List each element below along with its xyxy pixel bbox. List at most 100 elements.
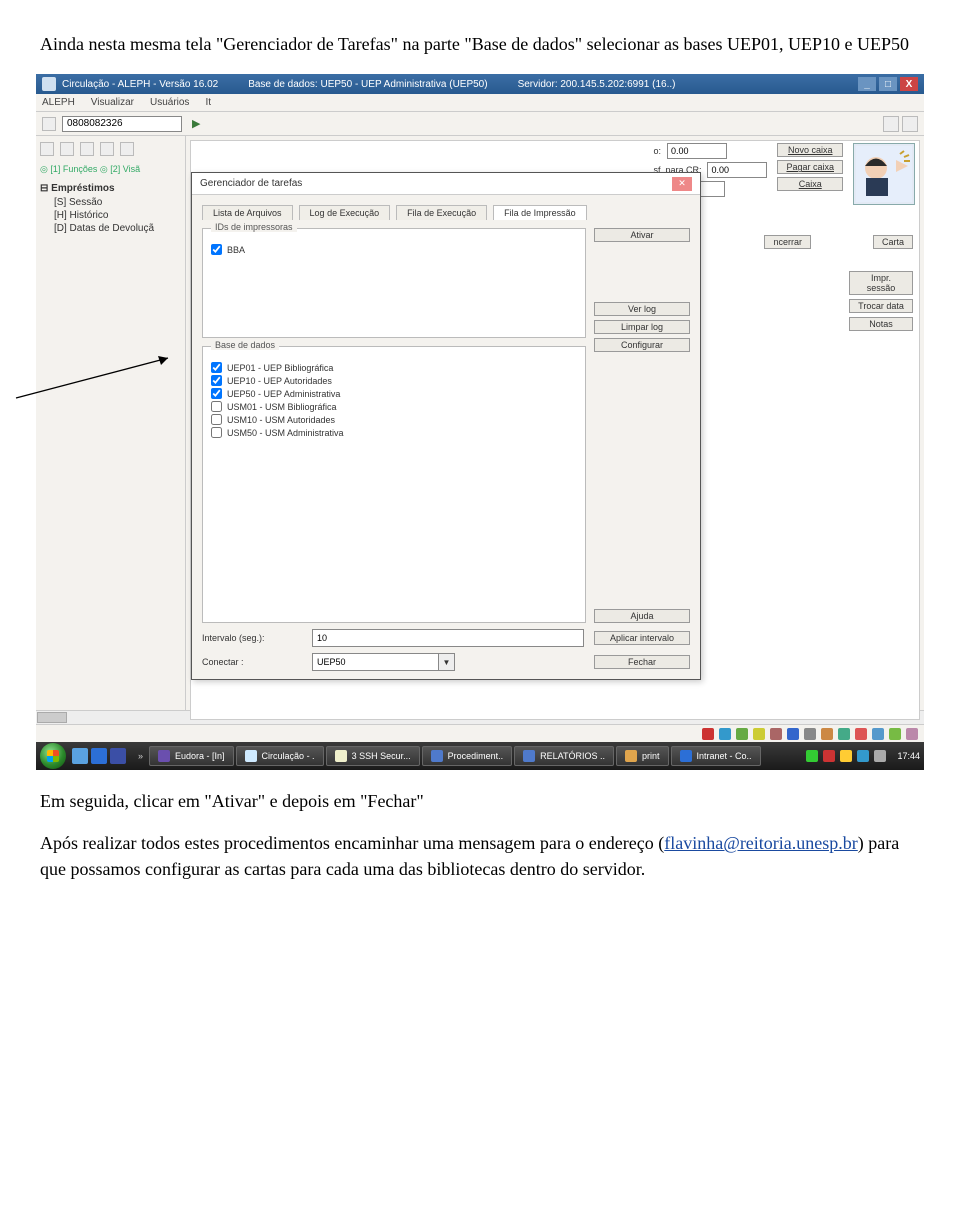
chk-db-row[interactable]: USM10 - USM Autoridades (211, 413, 577, 426)
chk-bba[interactable]: BBA (211, 243, 577, 256)
chk-db-box[interactable] (211, 427, 222, 438)
tool-icon-3[interactable] (80, 142, 94, 156)
taskbar-item[interactable]: Procediment.. (422, 746, 513, 766)
start-button[interactable] (40, 743, 66, 769)
ql-icon[interactable] (72, 748, 88, 764)
tab-log-execucao[interactable]: Log de Execução (299, 205, 391, 220)
tray-icon[interactable] (889, 728, 901, 740)
go-icon[interactable]: ▶ (192, 117, 200, 130)
tray-icon[interactable] (872, 728, 884, 740)
tab-lista-arquivos[interactable]: Lista de Arquivos (202, 205, 293, 220)
tree-item-sessao[interactable]: [S] Sessão (40, 196, 181, 209)
input-intervalo[interactable] (312, 629, 584, 647)
email-link[interactable]: flavinha@reitoria.unesp.br (664, 833, 858, 853)
panel-tabs[interactable]: ◎ [1] Funções ◎ [2] Visã (40, 162, 181, 181)
close-button[interactable]: X (900, 77, 918, 91)
toolbar-icon[interactable] (42, 117, 56, 131)
tab-fila-execucao[interactable]: Fila de Execução (396, 205, 487, 220)
btn-trocar-data[interactable]: Trocar data (849, 299, 913, 313)
tray-icon[interactable] (821, 728, 833, 740)
btn-fechar[interactable]: Fechar (594, 655, 690, 669)
systray-icon[interactable] (857, 750, 869, 762)
tray-icon[interactable] (906, 728, 918, 740)
select-conectar[interactable] (312, 653, 439, 671)
fld-b-input[interactable] (707, 162, 767, 178)
chk-db-box[interactable] (211, 375, 222, 386)
tool-icon-5[interactable] (120, 142, 134, 156)
menu-aleph[interactable]: ALEPH (42, 97, 75, 108)
chk-bba-label: BBA (227, 245, 245, 255)
taskbar-item[interactable]: RELATÓRIOS .. (514, 746, 614, 766)
btn-carta[interactable]: Carta (873, 235, 913, 249)
taskbar-item[interactable]: Intranet - Co.. (671, 746, 761, 766)
fld-a-label: o: (653, 146, 661, 156)
chk-db-box[interactable] (211, 362, 222, 373)
toolbar-btn-1[interactable] (883, 116, 899, 132)
chk-bba-box[interactable] (211, 244, 222, 255)
tray-icon[interactable] (804, 728, 816, 740)
systray-icon[interactable] (874, 750, 886, 762)
tray-icon[interactable] (753, 728, 765, 740)
chk-db-row[interactable]: UEP10 - UEP Autoridades (211, 374, 577, 387)
menu-it[interactable]: It (205, 97, 211, 108)
systray-icon[interactable] (806, 750, 818, 762)
row-conectar: Conectar : ▼ Fechar (202, 653, 690, 671)
tree-root[interactable]: ⊟ Empréstimos (40, 181, 181, 196)
btn-novo-caixa[interactable]: Novo caixa (777, 143, 843, 157)
chk-db-box[interactable] (211, 401, 222, 412)
ql-icon[interactable] (91, 748, 107, 764)
btn-ajuda[interactable]: Ajuda (594, 609, 690, 623)
mascot-image (853, 143, 915, 205)
menu-visualizar[interactable]: Visualizar (91, 97, 134, 108)
row-intervalo: Intervalo (seg.): Aplicar intervalo (202, 629, 690, 647)
btn-pagar-caixa[interactable]: Pagar caixa (777, 160, 843, 174)
chk-db-row[interactable]: UEP01 - UEP Bibliográfica (211, 361, 577, 374)
btn-configurar[interactable]: Configurar (594, 338, 690, 352)
fld-a-input[interactable] (667, 143, 727, 159)
tray-icon[interactable] (770, 728, 782, 740)
tray-icon[interactable] (787, 728, 799, 740)
chevron-down-icon[interactable]: ▼ (439, 653, 455, 671)
tray-icon[interactable] (855, 728, 867, 740)
chk-db-box[interactable] (211, 414, 222, 425)
tool-icon-4[interactable] (100, 142, 114, 156)
taskbar-item[interactable]: Eudora - [In] (149, 746, 234, 766)
toolbar-btn-2[interactable] (902, 116, 918, 132)
systray-icon[interactable] (840, 750, 852, 762)
id-input[interactable] (62, 116, 182, 132)
tree-item-historico[interactable]: [H] Histórico (40, 209, 181, 222)
maximize-button[interactable]: □ (879, 77, 897, 91)
taskbar-item[interactable]: Circulação - . (236, 746, 324, 766)
btn-ver-log[interactable]: Ver log (594, 302, 690, 316)
tab-fila-impressao[interactable]: Fila de Impressão (493, 205, 587, 220)
taskbar-item[interactable]: 3 SSH Secur... (326, 746, 420, 766)
tray-icon[interactable] (702, 728, 714, 740)
taskbar-item[interactable]: print (616, 746, 669, 766)
chk-db-row[interactable]: USM50 - USM Administrativa (211, 426, 577, 439)
chk-db-row[interactable]: USM01 - USM Bibliográfica (211, 400, 577, 413)
systray-icon[interactable] (823, 750, 835, 762)
tray-icon[interactable] (736, 728, 748, 740)
btn-ativar[interactable]: Ativar (594, 228, 690, 242)
ql-icon[interactable] (110, 748, 126, 764)
btn-impr-sessao[interactable]: Impr. sessão (849, 271, 913, 295)
btn-limpar-log[interactable]: Limpar log (594, 320, 690, 334)
ql-more[interactable]: » (138, 751, 143, 761)
tray-icon[interactable] (838, 728, 850, 740)
minimize-button[interactable]: _ (858, 77, 876, 91)
chk-db-row[interactable]: UEP50 - UEP Administrativa (211, 387, 577, 400)
tool-icon-2[interactable] (60, 142, 74, 156)
chk-db-box[interactable] (211, 388, 222, 399)
taskbar-item-label: 3 SSH Secur... (352, 751, 411, 761)
dialog-close-button[interactable]: ✕ (672, 177, 692, 191)
tool-icon-1[interactable] (40, 142, 54, 156)
btn-notas[interactable]: Notas (849, 317, 913, 331)
chk-db-label: UEP01 - UEP Bibliográfica (227, 363, 333, 373)
legend-base-dados: Base de dados (211, 340, 279, 350)
tray-icon[interactable] (719, 728, 731, 740)
btn-caixa[interactable]: Caixa (777, 177, 843, 191)
menu-usuarios[interactable]: Usuários (150, 97, 189, 108)
tree-item-datas[interactable]: [D] Datas de Devoluçã (40, 222, 181, 235)
btn-aplicar-intervalo[interactable]: Aplicar intervalo (594, 631, 690, 645)
btn-encerrar[interactable]: ncerrar (764, 235, 811, 249)
